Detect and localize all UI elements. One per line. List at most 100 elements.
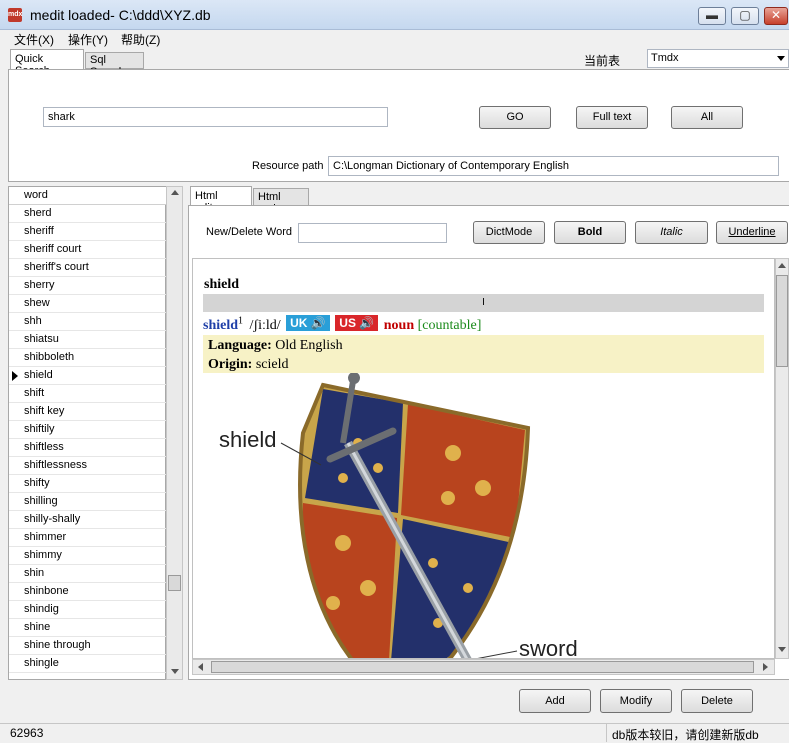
list-item-label: shh: [24, 315, 42, 327]
add-button[interactable]: Add: [519, 689, 591, 713]
entry-pronunciation: /ʃiːld/: [249, 318, 281, 333]
list-item[interactable]: sherd: [9, 205, 167, 223]
word-list-header-label: word: [24, 189, 48, 201]
list-item[interactable]: shine: [9, 619, 167, 637]
list-item[interactable]: shilly-shally: [9, 511, 167, 529]
list-item[interactable]: shimmer: [9, 529, 167, 547]
scroll-up-icon[interactable]: [171, 190, 179, 195]
word-list-scrollbar[interactable]: [166, 186, 183, 680]
etymology-box: Language: Old English Origin: scield: [203, 335, 764, 373]
speaker-icon: 🔊: [310, 316, 326, 330]
tab-sql-search[interactable]: Sql Search: [85, 52, 144, 78]
list-item-label: shift key: [24, 405, 65, 417]
list-item[interactable]: shin: [9, 565, 167, 583]
menu-file[interactable]: 文件(X): [14, 31, 54, 48]
scroll-down-icon[interactable]: [171, 669, 179, 674]
entry-divider-bar: I: [203, 294, 764, 312]
list-item-label: shiatsu: [24, 333, 59, 345]
entry-line: shield1 /ʃiːld/ UK 🔊 US 🔊 noun [countabl…: [203, 315, 481, 337]
list-item-label: shiftlessness: [24, 459, 87, 471]
word-list-header[interactable]: word: [9, 187, 167, 205]
uk-audio-button[interactable]: UK 🔊: [286, 315, 330, 331]
content-vertical-scrollbar[interactable]: [775, 258, 789, 659]
content-horizontal-scrollbar[interactable]: [192, 659, 775, 675]
list-item-label: shifty: [24, 477, 50, 489]
list-item[interactable]: shifty: [9, 475, 167, 493]
scroll-thumb[interactable]: [776, 275, 788, 367]
list-item[interactable]: shindig: [9, 601, 167, 619]
entry-word: shield: [203, 318, 239, 333]
speaker-icon: 🔊: [359, 316, 375, 330]
menu-operate[interactable]: 操作(Y): [68, 31, 108, 48]
list-item-label: sherry: [24, 279, 55, 291]
list-item[interactable]: shine through: [9, 637, 167, 655]
scroll-thumb[interactable]: [211, 661, 754, 673]
list-item[interactable]: shiftless: [9, 439, 167, 457]
us-audio-button[interactable]: US 🔊: [335, 315, 379, 331]
resource-path-label: Resource path: [252, 160, 324, 172]
table-select-value: Tmdx: [651, 52, 679, 64]
scroll-thumb[interactable]: [168, 575, 181, 591]
close-button[interactable]: ✕: [764, 7, 788, 25]
entry-headword: shield: [204, 277, 240, 292]
list-item[interactable]: sheriff's court: [9, 259, 167, 277]
list-item[interactable]: shew: [9, 295, 167, 313]
list-item-label: shine: [24, 621, 51, 633]
tab-quick-search[interactable]: Quick Search: [10, 49, 84, 77]
etym-origin-label: Origin:: [208, 357, 253, 372]
list-item[interactable]: shingle: [9, 655, 167, 673]
modify-button[interactable]: Modify: [600, 689, 672, 713]
list-item[interactable]: sheriff court: [9, 241, 167, 259]
etym-language-value: Old English: [275, 338, 343, 353]
bold-button[interactable]: Bold: [554, 221, 626, 244]
list-item-label: shine through: [24, 639, 91, 651]
menu-help[interactable]: 帮助(Z): [121, 31, 160, 48]
scroll-left-icon[interactable]: [198, 663, 203, 671]
list-item[interactable]: shield: [9, 367, 167, 385]
search-input[interactable]: shark: [43, 107, 388, 127]
delete-button[interactable]: Delete: [681, 689, 753, 713]
maximize-button[interactable]: ▢: [731, 7, 759, 25]
entry-content-view[interactable]: shield I shield1 /ʃiːld/ UK 🔊 US 🔊 noun …: [192, 258, 775, 659]
tab-html-code[interactable]: Html code: [253, 188, 309, 215]
new-delete-label: New/Delete Word: [206, 226, 292, 238]
shield-illustration: shield sword: [219, 373, 578, 659]
list-item[interactable]: sherry: [9, 277, 167, 295]
scroll-up-icon[interactable]: [778, 263, 786, 268]
new-delete-word-input[interactable]: [298, 223, 447, 243]
status-divider: [606, 723, 607, 742]
dictmode-button[interactable]: DictMode: [473, 221, 545, 244]
list-item-label: shimmy: [24, 549, 62, 561]
underline-button[interactable]: Underline: [716, 221, 788, 244]
shield-callout-label: shield: [219, 427, 276, 452]
tab-html-editor[interactable]: Html editor: [190, 186, 252, 214]
list-item-label: sheriff: [24, 225, 54, 237]
list-item[interactable]: shiftily: [9, 421, 167, 439]
minimize-button[interactable]: ▬: [698, 7, 726, 25]
list-item-label: shilling: [24, 495, 58, 507]
table-select[interactable]: Tmdx: [647, 49, 789, 68]
full-text-button[interactable]: Full text: [576, 106, 648, 129]
list-item[interactable]: shimmy: [9, 547, 167, 565]
list-item[interactable]: shilling: [9, 493, 167, 511]
list-item[interactable]: shiatsu: [9, 331, 167, 349]
chevron-down-icon: [777, 56, 785, 61]
list-item[interactable]: sheriff: [9, 223, 167, 241]
status-bar: 62963 db版本较旧，请创建新版db: [0, 723, 789, 742]
us-label: US: [339, 316, 356, 330]
go-button[interactable]: GO: [479, 106, 551, 129]
scroll-down-icon[interactable]: [778, 647, 786, 652]
list-item[interactable]: shibboleth: [9, 349, 167, 367]
resource-path-input[interactable]: C:\Longman Dictionary of Contemporary En…: [328, 156, 779, 176]
sword-callout-label: sword: [519, 636, 578, 659]
scroll-right-icon[interactable]: [763, 663, 768, 671]
list-item-label: shift: [24, 387, 45, 399]
list-item[interactable]: shinbone: [9, 583, 167, 601]
list-item[interactable]: shh: [9, 313, 167, 331]
list-item[interactable]: shift key: [9, 403, 167, 421]
italic-button[interactable]: Italic: [635, 221, 708, 244]
all-button[interactable]: All: [671, 106, 743, 129]
list-item[interactable]: shiftlessness: [9, 457, 167, 475]
list-item-label: sheriff court: [24, 243, 82, 255]
list-item[interactable]: shift: [9, 385, 167, 403]
